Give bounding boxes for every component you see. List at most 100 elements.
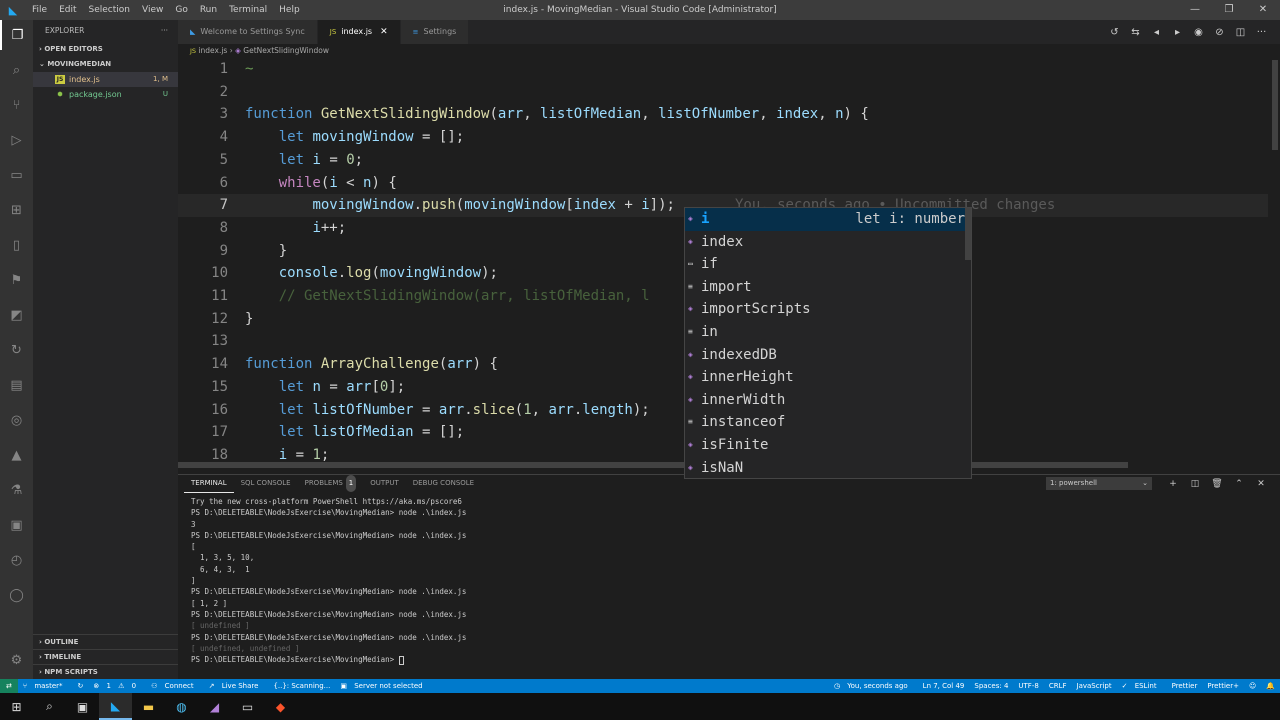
server-status[interactable]: ▣ Server not selected xyxy=(335,679,432,693)
tab-welcome-settings-sync[interactable]: ◣ Welcome to Settings Sync xyxy=(178,20,318,44)
prettier-plus-status[interactable]: Prettier+ xyxy=(1202,679,1244,693)
suggest-scrollbar[interactable] xyxy=(965,208,971,260)
tab-sql-console[interactable]: SQL CONSOLE xyxy=(234,475,298,492)
menu-edit[interactable]: Edit xyxy=(53,0,82,20)
menu-go[interactable]: Go xyxy=(169,0,193,20)
suggest-item[interactable]: ≡ in xyxy=(685,321,971,344)
account-icon[interactable]: ◯ xyxy=(0,580,33,610)
docker-icon[interactable]: ▤ xyxy=(0,370,33,400)
windows-start-icon[interactable]: ⊞ xyxy=(0,693,33,720)
file-explorer-icon[interactable]: ▬ xyxy=(132,693,165,720)
feedback-icon[interactable]: ☺ xyxy=(1244,679,1261,693)
menu-view[interactable]: View xyxy=(136,0,169,20)
source-control-icon[interactable]: ⑂ xyxy=(0,90,33,120)
tab-debug-console[interactable]: DEBUG CONSOLE xyxy=(406,475,481,492)
git-next-icon[interactable]: ▸ xyxy=(1167,27,1188,38)
tab-problems[interactable]: PROBLEMS 1 xyxy=(298,475,364,492)
explorer-icon[interactable]: ❐ xyxy=(0,20,33,50)
menu-terminal[interactable]: Terminal xyxy=(223,0,273,20)
split-editor-icon[interactable]: ◫ xyxy=(1230,27,1251,38)
tab-settings[interactable]: ≡ Settings xyxy=(400,20,470,44)
vscode-taskbar-icon[interactable]: ◣ xyxy=(99,693,132,720)
go-live-icon[interactable]: ◉ xyxy=(1188,27,1209,38)
suggest-item[interactable]: ◈ innerHeight xyxy=(685,366,971,389)
maximize-panel-icon[interactable]: ⌃ xyxy=(1228,479,1250,489)
git-previous-icon[interactable]: ◂ xyxy=(1146,27,1167,38)
task-view-icon[interactable]: ▣ xyxy=(66,693,99,720)
branch-indicator[interactable]: ⑂ master* xyxy=(18,679,73,693)
vertical-scrollbar[interactable] xyxy=(1270,58,1280,468)
terminal-view-icon[interactable]: ▣ xyxy=(0,510,33,540)
end-of-line[interactable]: CRLF xyxy=(1044,679,1072,693)
close-panel-icon[interactable]: ✕ xyxy=(1250,479,1272,489)
restore-icon[interactable]: ❐ xyxy=(1212,0,1246,20)
azure-icon[interactable]: ▲ xyxy=(0,440,33,470)
suggest-item[interactable]: ≡ import xyxy=(685,276,971,299)
brave-browser-icon[interactable]: ◆ xyxy=(264,693,297,720)
npm-scripts-section[interactable]: › NPM SCRIPTS xyxy=(33,664,178,679)
sync-icon[interactable]: ↻ xyxy=(73,679,89,693)
breadcrumb-file[interactable]: index.js xyxy=(198,46,227,55)
compare-icon[interactable]: ⇆ xyxy=(1125,27,1146,38)
indentation[interactable]: Spaces: 4 xyxy=(969,679,1013,693)
remote-indicator-icon[interactable]: ⇄ xyxy=(0,679,18,693)
search-icon[interactable]: ⌕ xyxy=(0,55,33,85)
outline-section[interactable]: › OUTLINE xyxy=(33,634,178,649)
suggest-item[interactable]: ◈ indexedDB xyxy=(685,344,971,367)
file-package-json[interactable]: ⬢ package.json U xyxy=(33,87,178,102)
suggest-item[interactable]: ◈ isNaN xyxy=(685,457,971,480)
scrollbar-thumb[interactable] xyxy=(178,462,1128,468)
edge-browser-icon[interactable]: ◍ xyxy=(165,693,198,720)
database-icon[interactable]: ◩ xyxy=(0,300,33,330)
more-actions-icon[interactable]: ··· xyxy=(1251,27,1272,38)
visual-studio-icon[interactable]: ◢ xyxy=(198,693,231,720)
scanning-status[interactable]: {..}: Scanning... xyxy=(268,679,335,693)
tab-terminal[interactable]: TERMINAL xyxy=(184,475,234,493)
live-share-icon[interactable]: ↻ xyxy=(0,335,33,365)
suggest-item[interactable]: ≡ instanceof xyxy=(685,411,971,434)
minimize-icon[interactable]: — xyxy=(1178,0,1212,20)
suggest-item[interactable]: ◈ importScripts xyxy=(685,298,971,321)
settings-gear-icon[interactable]: ⚙ xyxy=(0,645,33,675)
open-editors-section[interactable]: › OPEN EDITORS xyxy=(33,42,178,57)
menu-selection[interactable]: Selection xyxy=(83,0,136,20)
language-mode[interactable]: JavaScript xyxy=(1072,679,1117,693)
test-icon[interactable]: ⚗ xyxy=(0,475,33,505)
encoding[interactable]: UTF-8 xyxy=(1013,679,1043,693)
close-tab-icon[interactable]: ✕ xyxy=(380,20,388,44)
more-actions-icon[interactable]: ··· xyxy=(161,20,168,42)
remote-explorer-icon[interactable]: ▭ xyxy=(0,160,33,190)
run-debug-icon[interactable]: ▷ xyxy=(0,125,33,155)
extensions-icon[interactable]: ⊞ xyxy=(0,195,33,225)
scrollbar-thumb[interactable] xyxy=(1272,60,1278,150)
menu-run[interactable]: Run xyxy=(194,0,223,20)
history-icon[interactable]: ↺ xyxy=(1104,27,1125,38)
notebook-icon[interactable]: ▯ xyxy=(0,230,33,260)
live-share-button[interactable]: ↗ Live Share xyxy=(204,679,269,693)
suggest-item[interactable]: ▭ if xyxy=(685,253,971,276)
terminal-taskbar-icon[interactable]: ▭ xyxy=(231,693,264,720)
gitlens-icon[interactable]: ◎ xyxy=(0,405,33,435)
suggest-item[interactable]: ◈ isFinite xyxy=(685,434,971,457)
eslint-status[interactable]: ✓ ESLint xyxy=(1117,679,1167,693)
notifications-icon[interactable]: 🔔 xyxy=(1261,679,1280,693)
terminal-select[interactable]: 1: powershell ⌄ xyxy=(1046,477,1152,490)
suggest-item[interactable]: ◈ index xyxy=(685,231,971,254)
prettier-status[interactable]: Prettier xyxy=(1167,679,1203,693)
git-blame-status[interactable]: ◷ You, seconds ago xyxy=(829,679,918,693)
open-changes-icon[interactable]: ⊘ xyxy=(1209,27,1230,38)
menu-help[interactable]: Help xyxy=(273,0,306,20)
suggest-item[interactable]: ◈ innerWidth xyxy=(685,389,971,412)
bookmark-icon[interactable]: ⚑ xyxy=(0,265,33,295)
file-index-js[interactable]: JS index.js 1, M xyxy=(33,72,178,87)
cursor-position[interactable]: Ln 7, Col 49 xyxy=(918,679,970,693)
kill-terminal-icon[interactable]: 🗑 xyxy=(1206,479,1228,489)
timeline-section[interactable]: › TIMELINE xyxy=(33,649,178,664)
tab-output[interactable]: OUTPUT xyxy=(363,475,406,492)
suggest-item[interactable]: ◈ i let i: number xyxy=(685,208,971,231)
tab-index-js[interactable]: JS index.js ✕ xyxy=(317,20,401,44)
terminal-output[interactable]: Try the new cross-platform PowerShell ht… xyxy=(178,492,1280,665)
new-terminal-icon[interactable]: + xyxy=(1162,479,1184,489)
breadcrumb-symbol[interactable]: GetNextSlidingWindow xyxy=(243,46,329,55)
timeline-icon[interactable]: ◴ xyxy=(0,545,33,575)
